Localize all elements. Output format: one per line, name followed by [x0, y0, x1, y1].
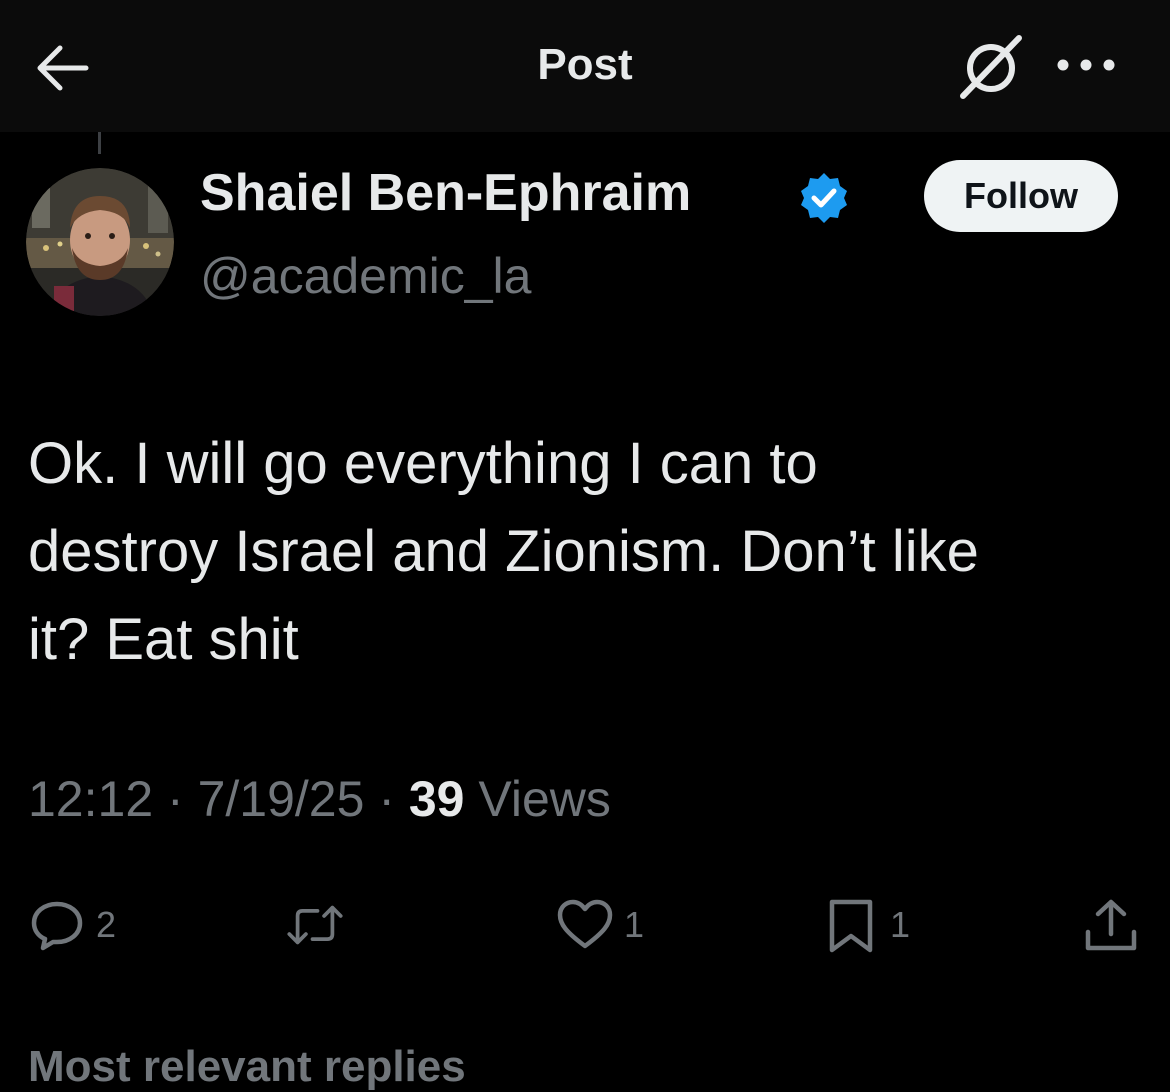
thread-connector [98, 132, 101, 154]
more-icon [1057, 59, 1115, 71]
action-bar: 2 1 1 [0, 890, 1170, 960]
like-count: 1 [624, 904, 645, 945]
post-date: 7/19/25 [197, 771, 365, 827]
post-text: Ok. I will go everything I can to destro… [28, 431, 979, 672]
grok-button[interactable] [955, 32, 1027, 102]
avatar[interactable] [26, 168, 174, 316]
meta-separator: · [378, 771, 409, 827]
repost-button[interactable] [286, 890, 344, 960]
share-button[interactable] [1082, 890, 1140, 960]
author-handle[interactable]: @academic_la [200, 247, 531, 305]
top-bar: Post [0, 0, 1170, 132]
bookmark-button[interactable]: 1 [822, 890, 910, 960]
post-time: 12:12 [28, 771, 154, 827]
meta-separator: · [167, 771, 198, 827]
replies-sort-label[interactable]: Most relevant replies [28, 1042, 466, 1092]
verified-badge-icon [801, 173, 847, 223]
follow-button[interactable]: Follow [924, 160, 1118, 232]
views-label: Views [478, 771, 611, 827]
bookmark-icon [829, 899, 873, 953]
post-metadata: 12:12 · 7/19/25 · 39 Views [28, 770, 611, 828]
reply-icon [31, 901, 83, 951]
repost-icon [287, 905, 343, 945]
views-count[interactable]: 39 [409, 771, 465, 827]
bookmark-count: 1 [890, 904, 911, 945]
author-display-name[interactable]: Shaiel Ben-Ephraim [200, 163, 691, 223]
like-icon [557, 899, 613, 949]
more-options-button[interactable] [1055, 50, 1117, 80]
avatar-photo [26, 168, 174, 316]
reply-count: 2 [96, 904, 117, 945]
like-button[interactable]: 1 [556, 890, 644, 960]
grok-icon [960, 35, 1022, 99]
share-icon [1085, 899, 1137, 951]
reply-button[interactable]: 2 [28, 890, 116, 960]
